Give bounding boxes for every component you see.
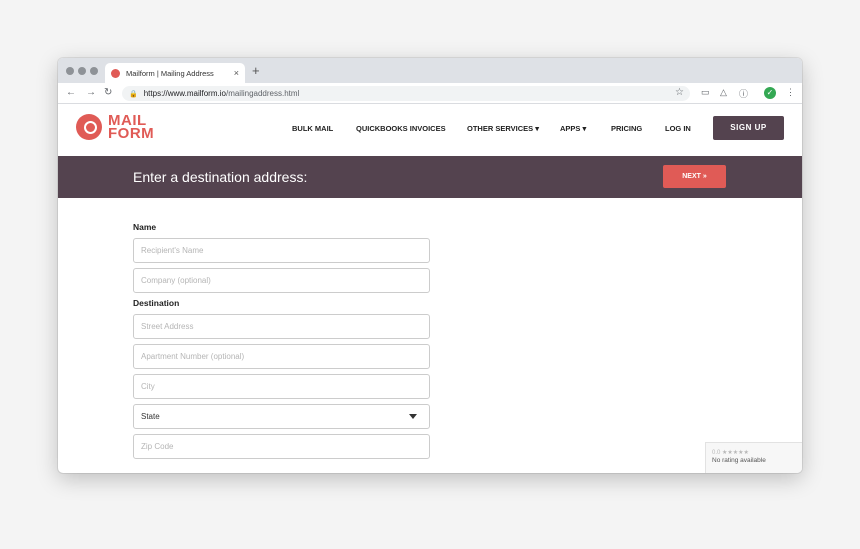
nav-other-services[interactable]: OTHER SERVICES ▾ — [467, 124, 539, 133]
url-path: /mailingaddress.html — [225, 89, 300, 98]
extension-check-icon[interactable]: ✓ — [764, 87, 776, 99]
maximize-window-dot[interactable] — [90, 67, 98, 75]
back-icon[interactable]: ← — [66, 87, 76, 98]
city-input[interactable]: City — [133, 374, 430, 399]
zip-code-input[interactable]: Zip Code — [133, 434, 430, 459]
state-select[interactable]: State — [133, 404, 430, 429]
street-address-input[interactable]: Street Address — [133, 314, 430, 339]
reload-icon[interactable]: ↻ — [104, 87, 112, 98]
browser-toolbar: ← → ↻ 🔒 https://www.mailform.io/mailinga… — [58, 83, 802, 104]
nav-quickbooks-invoices[interactable]: QUICKBOOKS INVOICES — [356, 124, 446, 133]
logo-line2: FORM — [108, 125, 155, 142]
state-select-value: State — [141, 412, 160, 421]
site-header: MAIL FORM BULK MAIL QUICKBOOKS INVOICES … — [58, 104, 802, 156]
destination-label: Destination — [133, 298, 180, 308]
browser-menu-icon[interactable]: ⋮ — [786, 87, 795, 98]
company-input[interactable]: Company (optional) — [133, 268, 430, 293]
snail-logo-icon — [76, 114, 102, 140]
cast-icon[interactable]: ▭ — [701, 87, 710, 98]
minimize-window-dot[interactable] — [78, 67, 86, 75]
sign-up-button[interactable]: SIGN UP — [713, 116, 784, 140]
mailform-favicon-icon — [111, 68, 120, 78]
address-bar[interactable]: 🔒 https://www.mailform.io/mailingaddress… — [122, 86, 690, 101]
info-icon[interactable]: ⓘ — [739, 87, 748, 100]
destination-banner: Enter a destination address: NEXT » — [58, 156, 802, 198]
rating-score: 0.0 ★★★★★ — [712, 450, 749, 456]
nav-apps[interactable]: APPS ▾ — [560, 124, 586, 133]
drive-icon[interactable]: △ — [720, 87, 727, 98]
tab-strip: Mailform | Mailing Address × + — [58, 58, 802, 83]
tab-close-icon[interactable]: × — [234, 68, 239, 78]
close-window-dot[interactable] — [66, 67, 74, 75]
apartment-number-input[interactable]: Apartment Number (optional) — [133, 344, 430, 369]
forward-icon[interactable]: → — [86, 87, 96, 98]
recipient-name-input[interactable]: Recipient's Name — [133, 238, 430, 263]
logo-wordmark: MAIL FORM — [108, 113, 155, 142]
bookmark-star-icon[interactable]: ☆ — [675, 87, 684, 98]
url-host: https://www.mailform.io — [143, 89, 226, 98]
browser-window: Mailform | Mailing Address × + ← → ↻ 🔒 h… — [58, 58, 802, 473]
url-text: https://www.mailform.io/mailingaddress.h… — [144, 89, 300, 98]
caret-down-icon — [409, 414, 417, 419]
nav-pricing[interactable]: PRICING — [611, 124, 642, 133]
new-tab-button[interactable]: + — [252, 64, 260, 77]
rating-text: No rating available — [712, 457, 766, 464]
address-form: Name Recipient's Name Company (optional)… — [133, 222, 430, 464]
mailform-logo[interactable]: MAIL FORM — [76, 113, 155, 142]
nav-bulk-mail[interactable]: BULK MAIL — [292, 124, 333, 133]
browser-tab[interactable]: Mailform | Mailing Address × — [105, 63, 245, 83]
nav-log-in[interactable]: LOG IN — [665, 124, 691, 133]
name-label: Name — [133, 222, 157, 232]
rating-widget[interactable]: 0.0 ★★★★★ No rating available — [705, 442, 802, 473]
lock-icon: 🔒 — [129, 90, 138, 98]
next-button[interactable]: NEXT » — [663, 165, 726, 188]
banner-title: Enter a destination address: — [133, 169, 308, 185]
tab-title: Mailform | Mailing Address — [126, 68, 214, 78]
